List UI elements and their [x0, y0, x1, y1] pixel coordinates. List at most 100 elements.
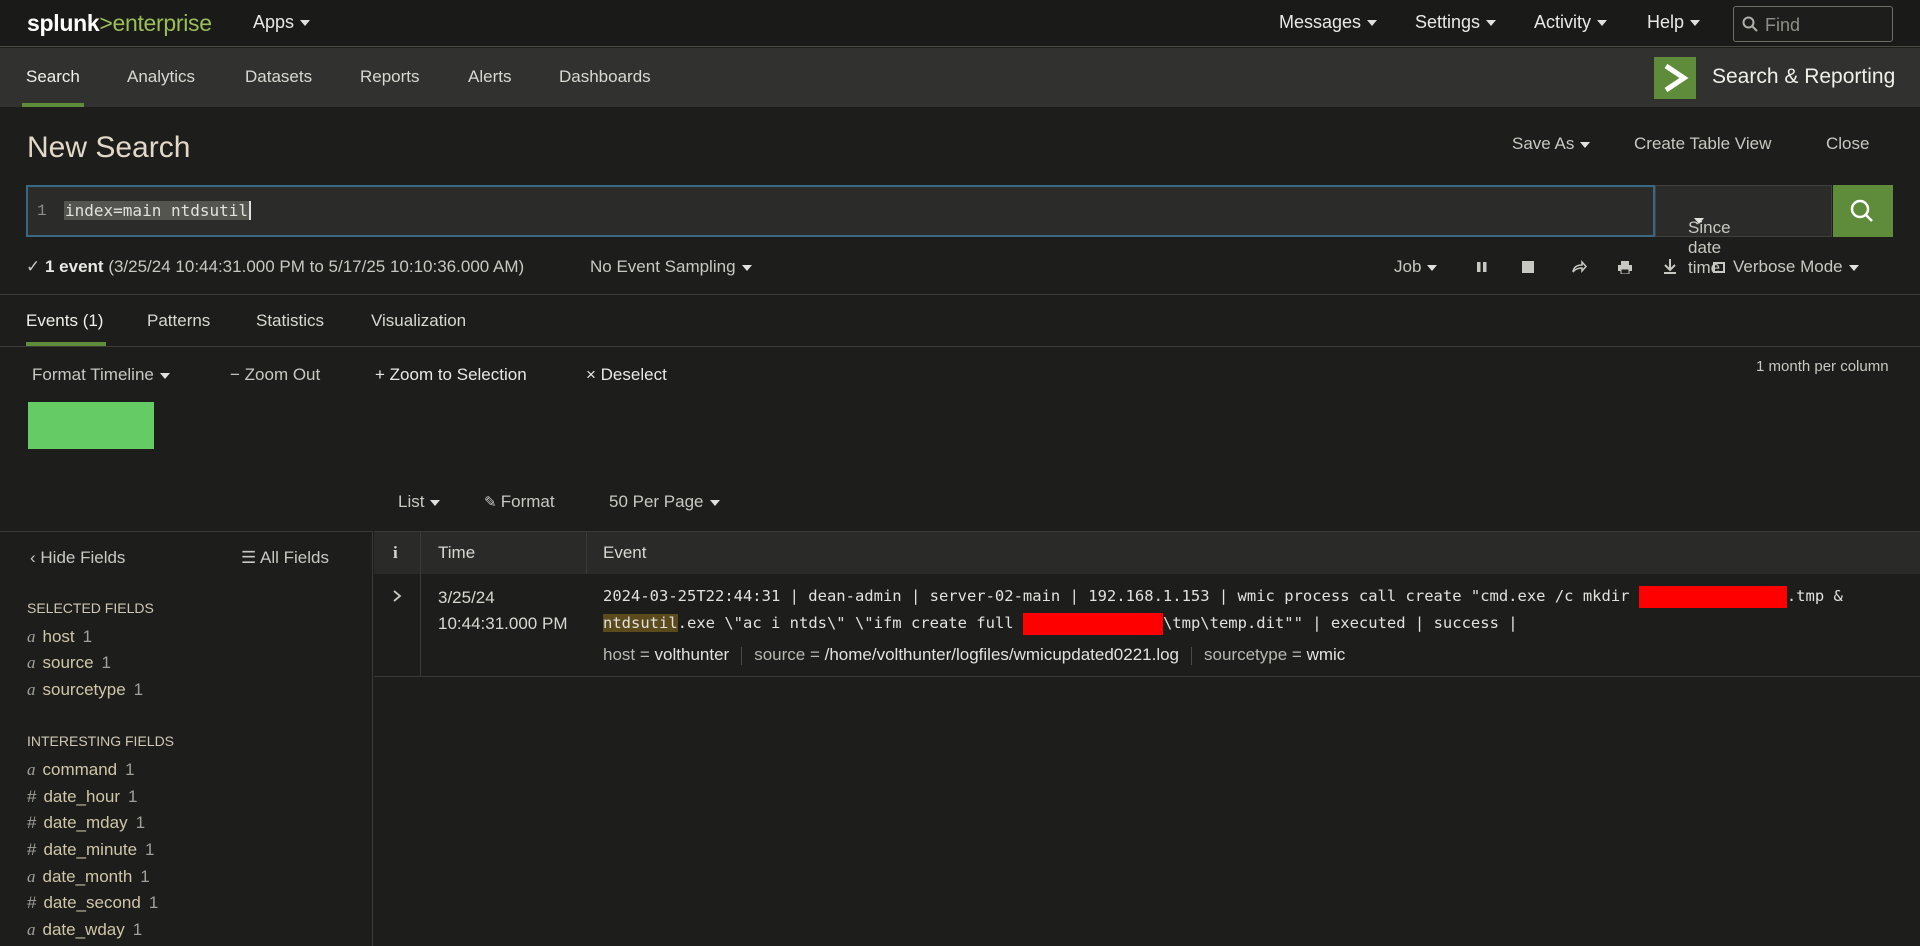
active-nav-indicator	[22, 103, 84, 107]
app-title[interactable]: Search & Reporting	[1712, 65, 1895, 89]
field-date-second[interactable]: # date_second 1	[27, 893, 158, 913]
source-field[interactable]: source = /home/volthunter/logfiles/wmicu…	[754, 645, 1179, 664]
format-timeline-menu[interactable]: Format Timeline	[32, 365, 170, 385]
time-range-picker[interactable]: Since date time	[1655, 185, 1832, 277]
tab-visualization[interactable]: Visualization	[371, 311, 466, 331]
splunk-logo[interactable]: splunk>enterprise	[27, 10, 212, 37]
search-button[interactable]	[1833, 185, 1893, 237]
chevron-down-icon	[1367, 20, 1378, 27]
chevron-right-icon[interactable]	[390, 588, 404, 608]
close-button[interactable]: Close	[1826, 134, 1869, 154]
chevron-down-icon	[1580, 141, 1591, 148]
chevron-left-icon: ‹	[30, 548, 41, 567]
list-menu[interactable]: List	[398, 492, 441, 512]
activity-menu[interactable]: Activity	[1534, 12, 1608, 33]
info-column-header: i	[393, 543, 398, 562]
zoom-to-selection-button[interactable]: + Zoom to Selection	[375, 365, 527, 385]
time-column-header[interactable]: Time	[438, 543, 475, 563]
number-type-icon: #	[27, 893, 37, 912]
field-host[interactable]: a host 1	[27, 627, 92, 647]
apps-menu[interactable]: Apps	[253, 12, 311, 33]
create-table-view-button[interactable]: Create Table View	[1634, 134, 1771, 154]
event-sampling-menu[interactable]: No Event Sampling	[590, 257, 752, 277]
search-status: ✓ 1 event (3/25/24 10:44:31.000 PM to 5/…	[26, 257, 525, 276]
all-fields-button[interactable]: ☰ All Fields	[241, 548, 329, 568]
number-type-icon: #	[27, 787, 37, 806]
redaction-block	[1022, 612, 1163, 635]
chevron-down-icon	[1694, 218, 1704, 224]
sourcetype-field[interactable]: sourcetype = wmic	[1204, 645, 1345, 664]
find-input[interactable]: Find	[1733, 6, 1893, 42]
event-time: 3/25/24 10:44:31.000 PM	[438, 588, 568, 633]
field-date-wday[interactable]: a date_wday 1	[27, 920, 142, 940]
field-date-minute[interactable]: # date_minute 1	[27, 840, 155, 860]
search-mode-menu[interactable]: Verbose Mode	[1713, 257, 1859, 277]
host-field[interactable]: host = volthunter	[603, 645, 729, 664]
search-icon	[1742, 16, 1758, 32]
zoom-out-button[interactable]: − Zoom Out	[230, 365, 320, 385]
format-button[interactable]: ✎ Format	[484, 492, 555, 512]
pencil-icon: ✎	[484, 494, 501, 511]
job-menu[interactable]: Job	[1394, 257, 1438, 277]
search-icon	[1850, 199, 1873, 222]
string-type-icon: a	[27, 920, 36, 939]
settings-menu[interactable]: Settings	[1415, 12, 1497, 33]
search-query-text[interactable]: index=main ntdsutil	[64, 201, 252, 220]
minus-icon: −	[230, 365, 245, 384]
chevron-down-icon	[1597, 20, 1608, 27]
per-page-menu[interactable]: 50 Per Page	[609, 492, 720, 512]
string-type-icon: a	[27, 627, 36, 646]
save-as-button[interactable]: Save As	[1512, 134, 1591, 154]
export-icon[interactable]	[1663, 258, 1677, 279]
tab-patterns[interactable]: Patterns	[147, 311, 210, 331]
chevron-down-icon	[1427, 264, 1438, 271]
event-metadata: host = volthunter source = /home/volthunt…	[603, 645, 1345, 665]
chevron-down-icon	[1690, 20, 1701, 27]
print-icon[interactable]	[1617, 259, 1633, 279]
search-term-highlight: ntdsut	[603, 614, 659, 632]
search-term-highlight: il	[659, 614, 678, 632]
column-divider	[586, 531, 587, 574]
tab-events[interactable]: Events (1)	[26, 311, 103, 331]
nav-reports[interactable]: Reports	[360, 67, 420, 87]
stop-icon[interactable]	[1521, 259, 1535, 279]
search-input[interactable]	[26, 185, 1655, 237]
share-icon[interactable]	[1571, 259, 1588, 279]
nav-dashboards[interactable]: Dashboards	[559, 67, 651, 87]
string-type-icon: a	[27, 680, 36, 699]
help-menu[interactable]: Help	[1647, 12, 1701, 33]
divider	[0, 294, 1920, 295]
page-title: New Search	[27, 131, 191, 164]
tab-statistics[interactable]: Statistics	[256, 311, 324, 331]
field-sourcetype[interactable]: a sourcetype 1	[27, 680, 143, 700]
plus-icon: +	[375, 365, 390, 384]
messages-menu[interactable]: Messages	[1279, 12, 1378, 33]
deselect-button[interactable]: × Deselect	[586, 365, 667, 385]
timeline-scale: 1 month per column	[1756, 358, 1889, 375]
list-icon: ☰	[241, 548, 261, 567]
string-type-icon: a	[27, 867, 36, 886]
selected-fields-heading: SELECTED FIELDS	[27, 600, 154, 616]
app-logo-icon	[1654, 57, 1696, 99]
timeline-bar[interactable]	[28, 402, 154, 449]
line-number: 1	[37, 202, 47, 220]
event-column-header: Event	[603, 543, 647, 562]
field-date-mday[interactable]: # date_mday 1	[27, 813, 145, 833]
field-date-hour[interactable]: # date_hour 1	[27, 787, 138, 807]
field-date-month[interactable]: a date_month 1	[27, 867, 150, 887]
mode-icon	[1713, 262, 1725, 274]
field-source[interactable]: a source 1	[27, 653, 111, 673]
redaction-block	[1638, 585, 1787, 608]
chevron-down-icon	[709, 499, 720, 506]
event-raw-text: 2024-03-25T22:44:31 | dean-admin | serve…	[603, 583, 1903, 637]
field-command[interactable]: a command 1	[27, 760, 135, 780]
hide-fields-button[interactable]: ‹ Hide Fields	[30, 548, 125, 568]
number-type-icon: #	[27, 813, 37, 832]
nav-datasets[interactable]: Datasets	[245, 67, 312, 87]
nav-analytics[interactable]: Analytics	[127, 67, 195, 87]
nav-search[interactable]: Search	[26, 67, 80, 87]
chevron-down-icon	[1486, 20, 1497, 27]
close-icon: ×	[586, 365, 601, 384]
pause-icon[interactable]	[1475, 259, 1489, 279]
nav-alerts[interactable]: Alerts	[468, 67, 511, 87]
